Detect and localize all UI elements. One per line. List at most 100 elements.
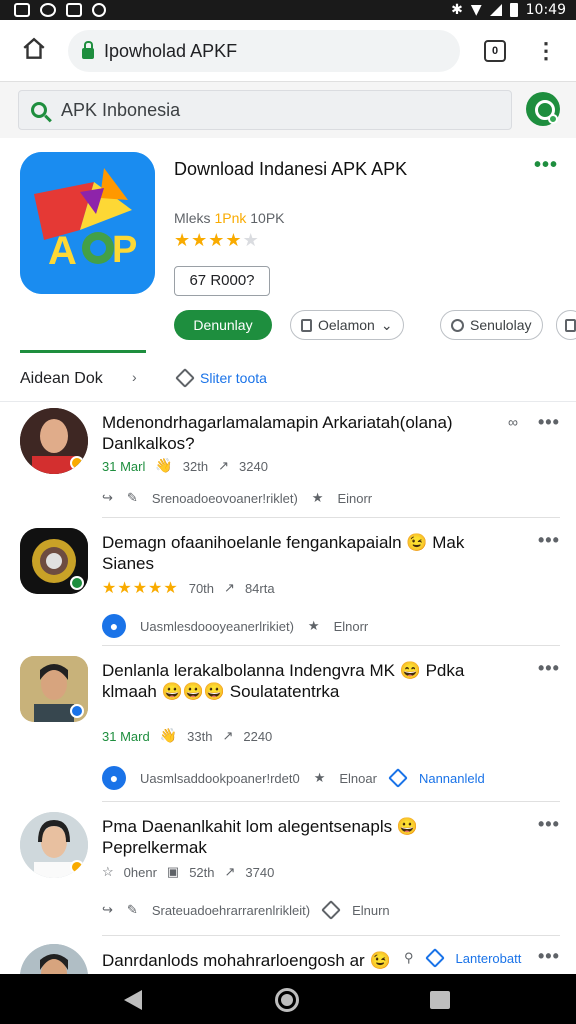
- back-button[interactable]: [124, 990, 142, 1010]
- filter-link[interactable]: Sliter toota: [175, 368, 267, 388]
- option-1-label: Oelamon: [318, 317, 375, 333]
- star-outline-icon: ★: [313, 770, 326, 785]
- bluetooth-icon: ✱: [451, 2, 463, 18]
- share-icon: ↗: [224, 580, 235, 595]
- copy-icon: [565, 318, 576, 332]
- review-action-text[interactable]: Uasmlesdoooyeanerlrikiet): [140, 619, 294, 634]
- star-empty-icon: ★: [242, 230, 260, 250]
- location-pin-icon[interactable]: ⚲: [404, 950, 414, 966]
- pin-icon[interactable]: ✎: [127, 902, 138, 918]
- review-action-text[interactable]: Srateuadoehrarrarenlrikleit): [152, 903, 310, 918]
- pencil-icon: [175, 368, 195, 388]
- sync-icon: [40, 3, 56, 17]
- review-title: Mdenondrhagarlamalamapin Arkariatah(olan…: [102, 413, 453, 453]
- star-outline-icon: ★: [307, 618, 320, 633]
- review-date: 31 Marl: [102, 458, 146, 474]
- svg-text:P: P: [112, 229, 137, 271]
- voice-search-button[interactable]: [526, 92, 560, 126]
- review-date: 31 Mard: [102, 728, 150, 744]
- pencil-icon: [388, 768, 408, 788]
- search-bar: APK Inbonesia: [0, 82, 576, 138]
- review-stat-2: 3740: [245, 864, 275, 880]
- search-query: APK Inbonesia: [61, 99, 181, 120]
- recents-button[interactable]: [430, 991, 450, 1009]
- review-more-button[interactable]: •••: [538, 530, 560, 551]
- search-input[interactable]: APK Inbonesia: [18, 90, 512, 130]
- chevron-right-icon[interactable]: ›: [132, 369, 137, 385]
- review-action-text[interactable]: Uasmlsaddookpoaner!rdet0: [140, 771, 300, 786]
- size-chip: 67 R000?: [174, 266, 270, 296]
- option-dropdown-button[interactable]: Oelamon ⌄: [290, 310, 404, 340]
- review-item: Mdenondrhagarlamalamapin Arkariatah(olan…: [0, 402, 576, 518]
- review-stat-2: 84rta: [244, 580, 275, 596]
- home-nav-button[interactable]: [275, 988, 299, 1012]
- address-bar[interactable]: Ipowholad APKF: [68, 30, 460, 72]
- home-icon: [23, 37, 45, 59]
- share-icon[interactable]: ↪: [102, 490, 113, 506]
- app-header: A P Download Indanesi APK APK ••• Mleks …: [0, 138, 576, 356]
- message-icon: [66, 3, 82, 17]
- share-icon[interactable]: ↪: [102, 902, 113, 918]
- extra-option-button[interactable]: [556, 310, 576, 340]
- signal-icon: [489, 4, 502, 16]
- review-item: Pma Daenanlkahit lom alegentsenapls 😀 Pe…: [0, 802, 576, 936]
- review-actions: ↪ ✎ Srenoadoeovoaner!riklet) ★ Einorr: [102, 490, 372, 506]
- avatar[interactable]: [20, 812, 88, 878]
- avatar[interactable]: [20, 944, 88, 974]
- review-action-extra[interactable]: Elnorr: [334, 619, 369, 634]
- app-meta-prefix: Mleks: [174, 210, 211, 226]
- review-more-button[interactable]: •••: [538, 412, 560, 433]
- review-item: Denlanla lerakalbolanna Indengvra MK 😄 P…: [0, 646, 576, 802]
- option-2-label: Senulolay: [470, 317, 532, 333]
- review-stat-1: 52th: [189, 864, 215, 880]
- verified-badge-icon: [70, 456, 84, 470]
- home-button[interactable]: [18, 36, 50, 66]
- browser-toolbar: Ipowholad APKF 0 ⋮: [0, 20, 576, 82]
- review-action-extra[interactable]: Einorr: [337, 491, 372, 506]
- person-icon[interactable]: ●: [102, 614, 126, 638]
- tab-indicator: [20, 350, 146, 353]
- pencil-icon: [424, 948, 445, 968]
- app-title: Download Indanesi APK APK: [174, 159, 408, 179]
- download-button[interactable]: Denunlay: [174, 310, 272, 340]
- system-navigation-bar: [0, 974, 576, 1024]
- section-title[interactable]: Aidean Dok: [20, 370, 103, 388]
- search-icon: [31, 102, 47, 118]
- review-more-button[interactable]: •••: [538, 658, 560, 679]
- app-meta-suffix: 10PK: [250, 210, 285, 226]
- star-icon: ★: [208, 230, 226, 250]
- review-action-link[interactable]: Lanterobatt: [456, 951, 522, 966]
- review-actions: ⚲ Lanterobatt: [404, 948, 522, 968]
- review-more-button[interactable]: •••: [538, 814, 560, 835]
- review-stat-2: 2240: [243, 728, 273, 744]
- star-icon: ★: [191, 230, 209, 250]
- review-more-button[interactable]: •••: [538, 946, 560, 967]
- person-icon[interactable]: ●: [102, 766, 126, 790]
- review-meta: ★★★★★ 70th ↗ 84rta: [102, 578, 275, 598]
- review-action-text[interactable]: Srenoadoeovoaner!riklet): [152, 491, 298, 506]
- app-more-button[interactable]: •••: [534, 154, 558, 177]
- review-item: Demagn ofaanihoelanle fengankapaialn 😉 M…: [0, 518, 576, 646]
- status-bar: ✱ ▼ 10:49: [0, 0, 576, 20]
- avatar[interactable]: [20, 528, 88, 594]
- avatar[interactable]: [20, 656, 88, 722]
- hand-emoji-icon: 👋: [159, 728, 178, 744]
- overflow-menu-button[interactable]: ⋮: [534, 36, 558, 66]
- review-action-extra[interactable]: Elnoar: [339, 771, 377, 786]
- app-rating: ★★★★★: [174, 230, 260, 251]
- pencil-icon: [321, 900, 341, 920]
- avatar[interactable]: [20, 408, 88, 474]
- star-outline-icon: ☆: [102, 864, 114, 879]
- app-icon[interactable]: A P: [20, 152, 155, 294]
- review-actions: ● Uasmlsaddookpoaner!rdet0 ★ Elnoar Nann…: [102, 766, 485, 790]
- link-icon[interactable]: ∞: [508, 414, 518, 430]
- review-title: Demagn ofaanihoelanle fengankapaialn 😉 M…: [102, 533, 465, 573]
- app-meta-highlight: 1Pnk: [214, 210, 247, 226]
- search-option-button[interactable]: Senulolay: [440, 310, 543, 340]
- pin-icon[interactable]: ✎: [127, 490, 138, 506]
- review-action-extra[interactable]: Elnurn: [352, 903, 390, 918]
- review-meta: 31 Mard 👋 33th ↗ 2240: [102, 728, 272, 744]
- tab-switcher-button[interactable]: 0: [484, 40, 506, 62]
- share-icon: ↗: [222, 728, 234, 743]
- review-action-link[interactable]: Nannanleld: [419, 771, 485, 786]
